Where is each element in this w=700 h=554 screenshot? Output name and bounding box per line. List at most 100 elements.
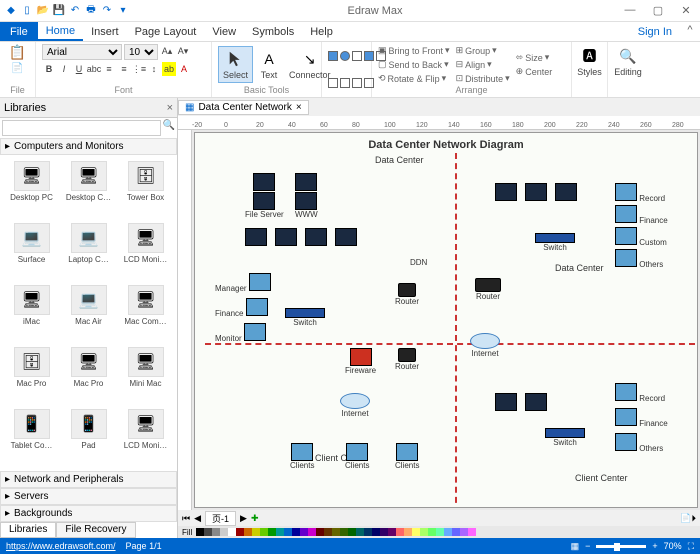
strike-button[interactable]: abc: [87, 62, 101, 76]
color-swatch[interactable]: [260, 528, 268, 536]
shape-item[interactable]: 💻Surface: [4, 221, 59, 281]
color-swatch[interactable]: [196, 528, 204, 536]
bullets-icon[interactable]: ⋮≡: [132, 62, 146, 76]
shape-item[interactable]: 💻Laptop C…: [61, 221, 116, 281]
color-swatch[interactable]: [308, 528, 316, 536]
save-icon[interactable]: 💾: [52, 4, 66, 18]
bottom-tab-file-recovery[interactable]: File Recovery: [56, 522, 135, 538]
group-button[interactable]: ⊞ Group ▾: [456, 44, 510, 57]
send-to-back[interactable]: ▢ Send to Back ▾: [378, 58, 450, 71]
shape-item[interactable]: 💻Mac Air: [61, 283, 116, 343]
italic-button[interactable]: I: [57, 62, 71, 76]
view-mode-icon[interactable]: ▦: [571, 541, 580, 552]
color-swatch[interactable]: [284, 528, 292, 536]
color-swatch[interactable]: [444, 528, 452, 536]
node-server-5[interactable]: [305, 228, 327, 246]
shape-item[interactable]: 🗄Mac Pro: [4, 345, 59, 405]
color-swatch[interactable]: [460, 528, 468, 536]
node-record-tr[interactable]: Record: [615, 183, 665, 203]
increase-font-icon[interactable]: A▴: [160, 44, 174, 58]
decrease-font-icon[interactable]: A▾: [176, 44, 190, 58]
doc-tab-active[interactable]: ▦ Data Center Network ×: [178, 100, 309, 115]
node-finance-br[interactable]: Finance: [615, 408, 668, 428]
node-clients-3[interactable]: Clients: [395, 443, 419, 470]
category-network[interactable]: ▸ Network and Peripherals: [0, 471, 177, 488]
tab-view[interactable]: View: [204, 22, 244, 41]
color-swatch[interactable]: [268, 528, 276, 536]
shape-item[interactable]: 🖥LCD Moni…: [118, 221, 173, 281]
align-center-icon[interactable]: ≡: [117, 62, 131, 76]
node-others-tr[interactable]: Others: [615, 249, 663, 269]
color-swatch[interactable]: [316, 528, 324, 536]
fit-page-icon[interactable]: ⛶: [688, 541, 694, 552]
minimize-button[interactable]: —: [620, 4, 640, 17]
color-swatch[interactable]: [204, 528, 212, 536]
bring-to-front[interactable]: ▣ Bring to Front ▾: [378, 44, 450, 57]
dropdown-icon[interactable]: ▾: [116, 4, 130, 18]
zoom-out-icon[interactable]: −: [585, 541, 590, 551]
node-server-4[interactable]: [275, 228, 297, 246]
font-size-select[interactable]: 10: [124, 44, 158, 60]
color-swatch[interactable]: [404, 528, 412, 536]
color-swatch[interactable]: [436, 528, 444, 536]
print-icon[interactable]: 🖶: [84, 4, 98, 18]
select-tool[interactable]: Select: [218, 46, 253, 83]
tab-home[interactable]: Home: [38, 22, 83, 41]
color-swatch[interactable]: [220, 528, 228, 536]
underline-button[interactable]: U: [72, 62, 86, 76]
tab-insert[interactable]: Insert: [83, 22, 127, 41]
shape-item[interactable]: 📱Pad: [61, 407, 116, 467]
node-router-center[interactable]: Router: [395, 283, 419, 306]
color-swatch[interactable]: [396, 528, 404, 536]
canvas[interactable]: Data Center Network Diagram Data Center …: [194, 132, 698, 508]
color-swatch[interactable]: [388, 528, 396, 536]
color-swatch[interactable]: [300, 528, 308, 536]
node-internet-right[interactable]: Internet: [470, 333, 500, 358]
node-router-wifi[interactable]: Router: [475, 278, 501, 301]
bottom-tab-libraries[interactable]: Libraries: [0, 522, 56, 538]
editing-button[interactable]: 🔍 Editing: [614, 44, 642, 79]
color-swatch[interactable]: [348, 528, 356, 536]
node-finance-tr[interactable]: Finance: [615, 205, 668, 225]
color-swatch[interactable]: [380, 528, 388, 536]
node-router-bottom[interactable]: Router: [395, 348, 419, 371]
page-tab-1[interactable]: 页-1: [205, 511, 236, 526]
color-swatch[interactable]: [468, 528, 476, 536]
new-icon[interactable]: ▯: [20, 4, 34, 18]
tab-file[interactable]: File: [0, 22, 38, 41]
doc-tab-close-icon[interactable]: ×: [296, 102, 302, 113]
color-swatch[interactable]: [364, 528, 372, 536]
rotate-flip[interactable]: ⟲ Rotate & Flip ▾: [378, 72, 450, 85]
ribbon-collapse-icon[interactable]: ^: [680, 22, 700, 41]
library-search-input[interactable]: [2, 120, 161, 136]
undo-icon[interactable]: ↶: [68, 4, 82, 18]
maximize-button[interactable]: ▢: [648, 4, 668, 17]
shape-item[interactable]: 🖥Desktop PC: [4, 159, 59, 219]
node-server-3[interactable]: [245, 228, 267, 246]
highlight-icon[interactable]: ab: [162, 62, 176, 76]
node-manager[interactable]: Manager: [215, 273, 271, 293]
category-backgrounds[interactable]: ▸ Backgrounds: [0, 505, 177, 522]
category-computers[interactable]: ▸ Computers and Monitors: [0, 138, 177, 155]
node-monitor[interactable]: Monitor: [215, 323, 266, 343]
node-internet-left[interactable]: Internet: [340, 393, 370, 418]
color-swatch[interactable]: [324, 528, 332, 536]
color-swatch[interactable]: [236, 528, 244, 536]
node-switch-br[interactable]: Switch: [545, 428, 585, 447]
status-url[interactable]: https://www.edrawsoft.com/: [6, 541, 116, 551]
node-server-tr3[interactable]: [555, 183, 577, 201]
node-finance-left[interactable]: Finance: [215, 298, 268, 318]
color-swatch[interactable]: [292, 528, 300, 536]
font-name-select[interactable]: Arial: [42, 44, 122, 60]
bold-button[interactable]: B: [42, 62, 56, 76]
color-swatch[interactable]: [356, 528, 364, 536]
shape-item[interactable]: 🖥Mini Mac: [118, 345, 173, 405]
node-fireware[interactable]: Fireware: [345, 348, 376, 375]
zoom-slider[interactable]: [596, 545, 646, 548]
color-swatch[interactable]: [412, 528, 420, 536]
color-swatch[interactable]: [332, 528, 340, 536]
styles-button[interactable]: 🅰 Styles: [578, 44, 601, 79]
node-file-server[interactable]: File Server: [245, 173, 284, 219]
distribute-button[interactable]: ⊡ Distribute ▾: [456, 72, 510, 85]
align-left-icon[interactable]: ≡: [102, 62, 116, 76]
